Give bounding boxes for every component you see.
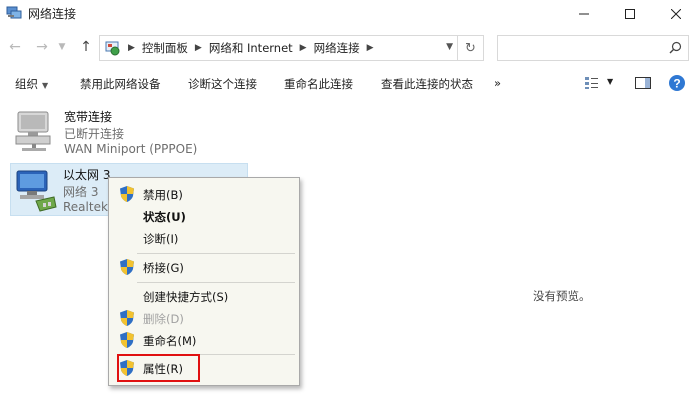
change-view-icon[interactable] [584,76,600,93]
search-icon [669,41,682,57]
breadcrumb-separator-icon[interactable]: ▶ [367,43,374,53]
search-input[interactable] [497,35,689,61]
disable-device-button[interactable]: 禁用此网络设备 [80,76,161,92]
title-bar: 网络连接 [0,0,699,28]
window-title: 网络连接 [28,7,77,21]
breadcrumb-control-panel[interactable]: 控制面板 [142,40,188,56]
menu-item-label: 删除(D) [143,312,184,326]
preview-pane-message: 没有预览。 [533,289,591,303]
network-connections-icon [6,6,22,20]
breadcrumb-separator-icon: ▶ [128,43,135,53]
breadcrumb-network-connections[interactable]: 网络连接 [314,40,360,56]
forward-arrow-icon[interactable]: → [31,36,53,58]
menu-item-disable[interactable]: 禁用(B) [111,183,297,205]
connection-name: 以太网 3 [63,168,111,182]
control-panel-icon [105,40,121,56]
address-dropdown-chevron-icon[interactable]: ▼ [446,42,453,52]
organize-label: 组织 [15,77,38,91]
chevron-down-icon: ▼ [42,81,49,90]
view-status-button[interactable]: 查看此连接的状态 [381,76,473,92]
command-bar: 组织 ▼ 禁用此网络设备 诊断这个连接 重命名此连接 查看此连接的状态 » ▼ ? [0,70,699,98]
diagnose-button[interactable]: 诊断这个连接 [188,76,257,92]
svg-text:?: ? [673,77,680,91]
close-button[interactable] [653,0,699,28]
menu-separator [137,282,295,283]
organize-button[interactable]: 组织 ▼ [15,76,48,92]
maximize-button[interactable] [607,0,653,28]
menu-item-label: 诊断(I) [143,232,179,246]
recent-locations-chevron-icon[interactable]: ▼ [55,36,69,58]
menu-item-create-shortcut[interactable]: 创建快捷方式(S) [111,285,297,307]
uac-shield-icon [120,259,134,278]
menu-item-label: 禁用(B) [143,188,183,202]
connection-item-broadband[interactable]: 宽带连接 已断开连接 WAN Miniport (PPPOE) [12,108,242,158]
connection-status: 网络 3 [63,185,99,199]
ethernet-adapter-icon [14,167,58,216]
menu-separator [137,253,295,254]
refresh-button[interactable]: ↻ [458,35,484,61]
menu-item-delete: 删除(D) [111,307,297,329]
more-commands-button[interactable]: » [494,76,501,90]
menu-item-status[interactable]: 状态(U) [111,205,297,227]
connection-status: 已断开连接 [64,127,125,141]
dialup-modem-icon [12,108,56,157]
address-bar[interactable]: ▶ 控制面板 ▶ 网络和 Internet ▶ 网络连接 ▶ ▼ [99,35,458,61]
menu-item-label: 桥接(G) [143,261,184,275]
breadcrumb-separator-icon[interactable]: ▶ [195,43,202,53]
properties-highlight-box [117,354,200,382]
help-icon[interactable]: ? [668,74,686,95]
uac-shield-icon [120,310,134,329]
menu-item-bridge[interactable]: 桥接(G) [111,256,297,278]
uac-shield-icon [120,186,134,205]
uac-shield-icon [120,332,134,351]
menu-item-label: 状态(U) [143,210,186,224]
connection-device: WAN Miniport (PPPOE) [64,142,198,156]
breadcrumb-separator-icon[interactable]: ▶ [300,43,307,53]
up-arrow-icon[interactable]: ↑ [75,36,97,58]
menu-item-rename[interactable]: 重命名(M) [111,329,297,351]
menu-item-diagnose[interactable]: 诊断(I) [111,227,297,249]
connection-device: Realtek [63,200,108,214]
rename-connection-button[interactable]: 重命名此连接 [284,76,353,92]
view-options-chevron-icon[interactable]: ▼ [607,77,613,86]
preview-pane-icon[interactable] [635,76,651,93]
menu-item-label: 创建快捷方式(S) [143,290,229,304]
breadcrumb-network-internet[interactable]: 网络和 Internet [209,40,293,56]
connection-name: 宽带连接 [64,110,113,124]
menu-item-label: 重命名(M) [143,334,197,348]
navigation-bar: ← → ▼ ↑ ▶ 控制面板 ▶ 网络和 Internet ▶ 网络连接 ▶ ▼… [0,32,699,62]
back-arrow-icon[interactable]: ← [4,36,26,58]
minimize-button[interactable] [561,0,607,28]
